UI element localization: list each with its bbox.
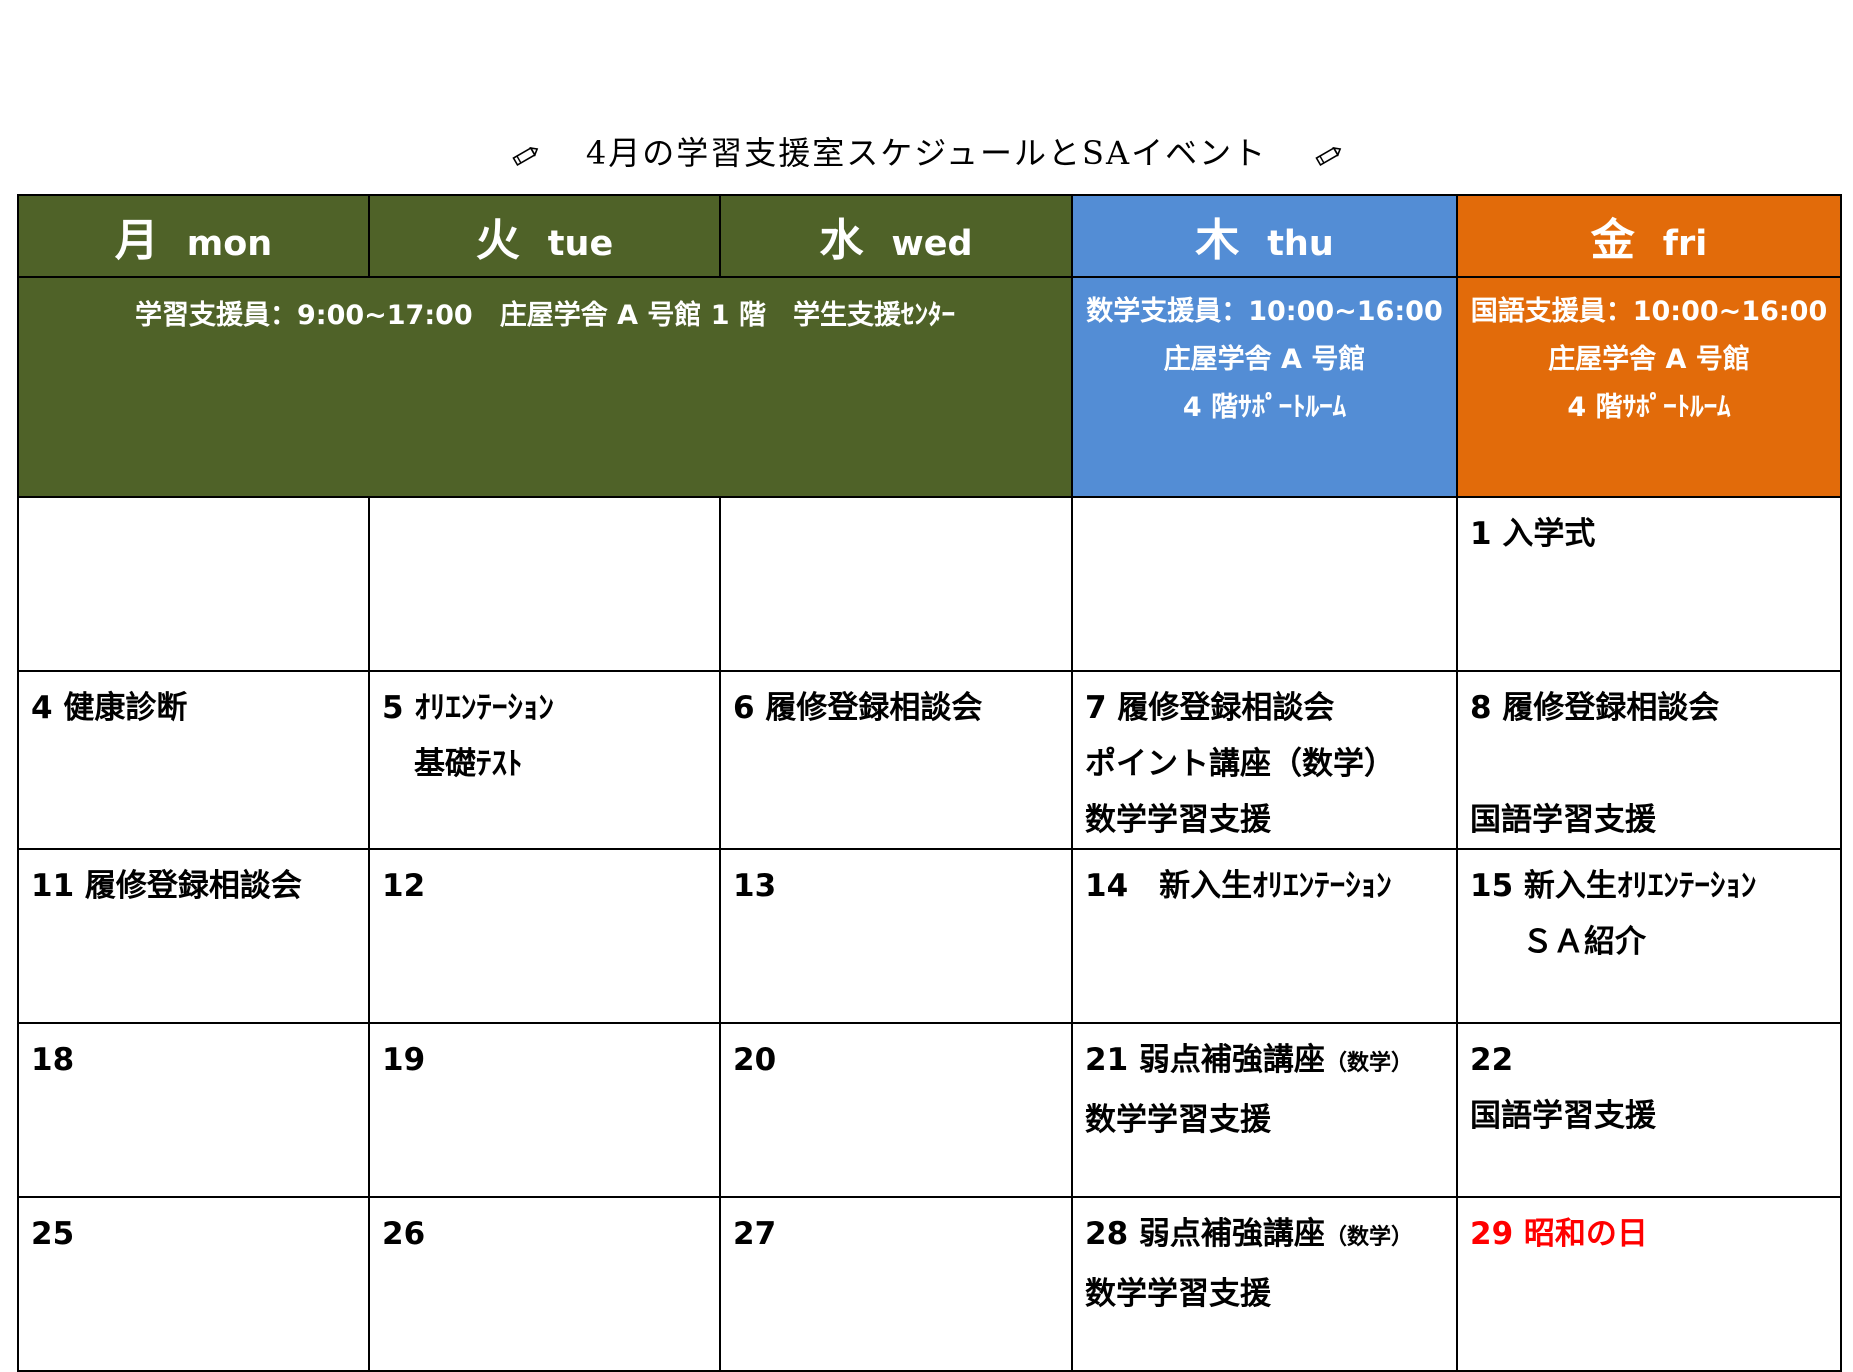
day-event: 1 入学式 [1470, 516, 1596, 552]
day-cell: 20 [719, 1022, 1073, 1198]
day-event: ポイント講座（数学） [1085, 746, 1395, 782]
day-event: 14 新入生ｵﾘｴﾝﾃｰｼｮﾝ [1085, 868, 1392, 904]
math-support-info: 数学支援員：10:00~16:00 庄屋学舎 A 号館 4 階ｻﾎﾟｰﾄﾙｰﾑ [1071, 276, 1458, 498]
day-header-wed: 水 wed [719, 194, 1073, 278]
day-cell: 7 履修登録相談会 ポイント講座（数学） 数学学習支援 [1071, 670, 1458, 850]
day-cell: 25 [17, 1196, 370, 1372]
day-event: 28 弱点補強講座（数学） [1085, 1216, 1413, 1252]
day-cell: 13 [719, 848, 1073, 1024]
day-event [1470, 736, 1840, 792]
day-cell: 14 新入生ｵﾘｴﾝﾃｰｼｮﾝ [1071, 848, 1458, 1024]
day-cell: 5 ｵﾘｴﾝﾃｰｼｮﾝ 基礎ﾃｽﾄ [368, 670, 721, 850]
day-event: 6 履修登録相談会 [733, 690, 983, 726]
day-event: 19 [382, 1042, 426, 1078]
day-header-tue: 火 tue [368, 194, 721, 278]
day-cell: 29 昭和の日 [1456, 1196, 1842, 1372]
day-cell: 12 [368, 848, 721, 1024]
day-event: ＳＡ紹介 [1522, 924, 1646, 960]
page-title: 4月の学習支援室スケジュールとSAイベント [0, 128, 1853, 175]
week-row: 1 入学式 [17, 496, 1842, 672]
day-event: 15 新入生ｵﾘｴﾝﾃｰｼｮﾝ [1470, 868, 1757, 904]
day-event: 11 履修登録相談会 [31, 868, 302, 904]
day-event: 26 [382, 1216, 426, 1252]
day-event: 25 [31, 1216, 75, 1252]
day-cell: 19 [368, 1022, 721, 1198]
japanese-support-info: 国語支援員：10:00~16:00 庄屋学舎 A 号館 4 階ｻﾎﾟｰﾄﾙｰﾑ [1456, 276, 1842, 498]
day-event: 基礎ﾃｽﾄ [414, 746, 523, 782]
day-event: 22 [1470, 1042, 1514, 1078]
general-support-info: 学習支援員：9:00~17:00 庄屋学舎 A 号館 1 階 学生支援ｾﾝﾀｰ [17, 276, 1073, 498]
day-cell: 6 履修登録相談会 [719, 670, 1073, 850]
day-event: 数学学習支援 [1085, 1102, 1271, 1138]
week-row: 18 19 20 21 弱点補強講座（数学） 数学学習支援 22 国語学習支援 [17, 1022, 1842, 1198]
day-event: 国語学習支援 [1470, 1098, 1656, 1134]
day-event: 4 健康診断 [31, 690, 188, 726]
pencil-icon [510, 137, 540, 175]
day-cell: 18 [17, 1022, 370, 1198]
day-header-row: 月 mon 火 tue 水 wed 木 thu 金 fri [17, 194, 1842, 278]
holiday-event: 29 昭和の日 [1470, 1216, 1648, 1252]
calendar-table: 月 mon 火 tue 水 wed 木 thu 金 fri 学習支援員：9:00~17:0… [17, 194, 1842, 1372]
day-cell: 22 国語学習支援 [1456, 1022, 1842, 1198]
week-row: 11 履修登録相談会 12 13 14 新入生ｵﾘｴﾝﾃｰｼｮﾝ 15 新入生ｵ… [17, 848, 1842, 1024]
day-header-mon: 月 mon [17, 194, 370, 278]
day-cell: 27 [719, 1196, 1073, 1372]
title-text: 4月の学習支援室スケジュールとSAイベント [585, 134, 1268, 172]
day-event: 5 ｵﾘｴﾝﾃｰｼｮﾝ [382, 690, 554, 726]
day-event: 13 [733, 868, 777, 904]
day-cell: 21 弱点補強講座（数学） 数学学習支援 [1071, 1022, 1458, 1198]
day-cell: 4 健康診断 [17, 670, 370, 850]
day-cell [17, 496, 370, 672]
day-event: 8 履修登録相談会 [1470, 690, 1720, 726]
pencil-icon [1313, 137, 1343, 175]
day-event: 数学学習支援 [1085, 802, 1271, 838]
day-event: 21 弱点補強講座（数学） [1085, 1042, 1413, 1078]
day-event: 27 [733, 1216, 777, 1252]
day-event: 数学学習支援 [1085, 1276, 1271, 1312]
day-event: 12 [382, 868, 426, 904]
day-cell: 8 履修登録相談会 国語学習支援 [1456, 670, 1842, 850]
day-event: 7 履修登録相談会 [1085, 690, 1335, 726]
week-row: 4 健康診断 5 ｵﾘｴﾝﾃｰｼｮﾝ 基礎ﾃｽﾄ 6 履修登録相談会 7 履修登… [17, 670, 1842, 850]
day-cell: 1 入学式 [1456, 496, 1842, 672]
day-header-fri: 金 fri [1456, 194, 1842, 278]
day-cell [1071, 496, 1458, 672]
day-event: 18 [31, 1042, 75, 1078]
day-event: 20 [733, 1042, 777, 1078]
day-cell: 26 [368, 1196, 721, 1372]
day-cell: 11 履修登録相談会 [17, 848, 370, 1024]
day-cell [719, 496, 1073, 672]
day-event: 国語学習支援 [1470, 802, 1656, 838]
day-cell: 15 新入生ｵﾘｴﾝﾃｰｼｮﾝ ＳＡ紹介 [1456, 848, 1842, 1024]
week-row: 25 26 27 28 弱点補強講座（数学） 数学学習支援 29 昭和の日 [17, 1196, 1842, 1372]
day-cell [368, 496, 721, 672]
info-row: 学習支援員：9:00~17:00 庄屋学舎 A 号館 1 階 学生支援ｾﾝﾀｰ … [17, 276, 1842, 498]
day-header-thu: 木 thu [1071, 194, 1458, 278]
day-cell: 28 弱点補強講座（数学） 数学学習支援 [1071, 1196, 1458, 1372]
